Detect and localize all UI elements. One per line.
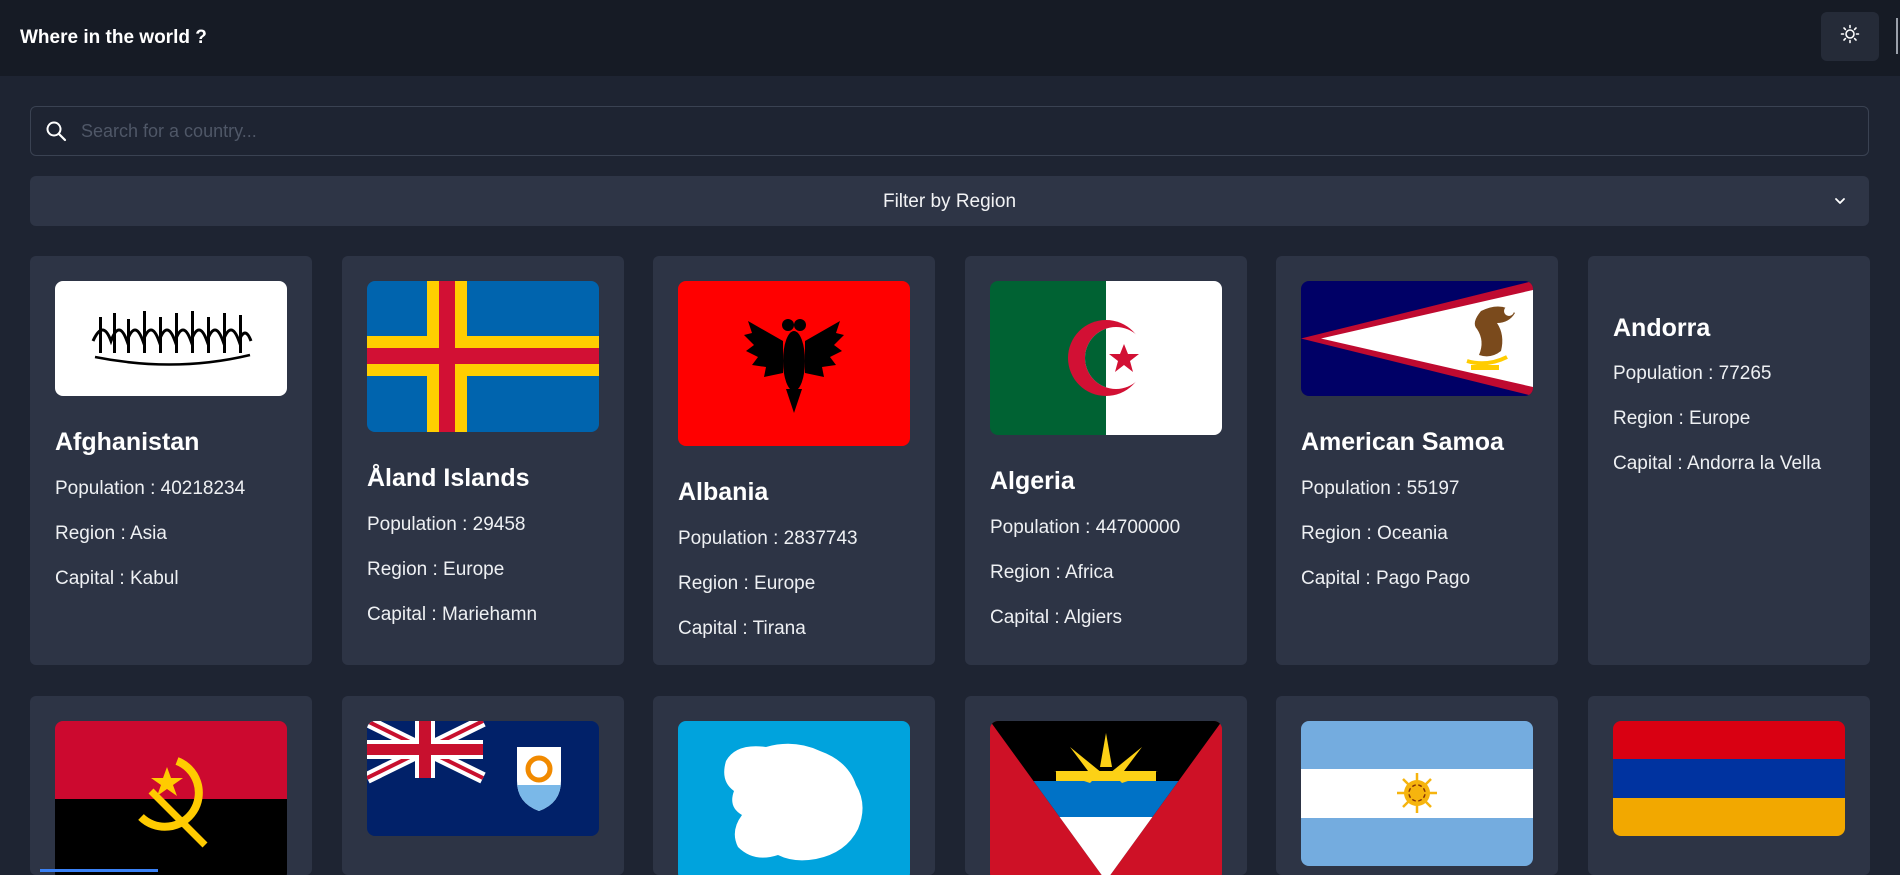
- country-capital: Capital : Tirana: [678, 618, 806, 640]
- country-card-anguilla[interactable]: [342, 696, 624, 875]
- capital-label: Capital :: [1613, 453, 1687, 474]
- search-bar[interactable]: [30, 106, 1869, 156]
- region-value: Africa: [1065, 562, 1114, 583]
- population-label: Population :: [1301, 478, 1407, 499]
- search-icon: [45, 120, 67, 147]
- sun-icon: [1840, 24, 1860, 49]
- country-card-argentina[interactable]: [1276, 696, 1558, 875]
- population-value: 55197: [1406, 478, 1460, 499]
- capital-label: Capital :: [367, 604, 442, 625]
- loading-progress-indicator: [40, 869, 158, 872]
- country-name: Albania: [678, 478, 769, 506]
- capital-label: Capital :: [990, 607, 1064, 628]
- country-card-antigua-and-barbuda[interactable]: [965, 696, 1247, 875]
- capital-value: Pago Pago: [1375, 568, 1471, 589]
- country-card-andorra[interactable]: Andorra Population : 77265 Region : Euro…: [1588, 256, 1870, 665]
- country-population: Population : 29458: [367, 514, 525, 536]
- country-population: Population : 44700000: [990, 517, 1180, 539]
- country-capital: Capital : Kabul: [55, 568, 179, 590]
- population-value: 40218234: [160, 478, 246, 499]
- country-name: Afghanistan: [55, 428, 200, 456]
- population-value: 77265: [1718, 363, 1772, 384]
- country-region: Region : Oceania: [1301, 523, 1448, 545]
- population-value: 44700000: [1095, 517, 1181, 538]
- search-input[interactable]: [81, 107, 1851, 155]
- population-label: Population :: [678, 528, 784, 549]
- country-card-afghanistan[interactable]: Afghanistan Population : 40218234 Region…: [30, 256, 312, 665]
- region-label: Region :: [990, 562, 1065, 583]
- country-card-antarctica[interactable]: [653, 696, 935, 875]
- region-filter-select[interactable]: Filter by Region: [30, 176, 1869, 226]
- country-card-american-samoa[interactable]: American Samoa Population : 55197 Region…: [1276, 256, 1558, 665]
- population-value: 2837743: [783, 528, 858, 549]
- country-region: Region : Europe: [678, 573, 815, 595]
- population-label: Population :: [367, 514, 473, 535]
- region-label: Region :: [678, 573, 755, 594]
- country-region: Region : Europe: [367, 559, 504, 581]
- country-capital: Capital : Mariehamn: [367, 604, 537, 626]
- region-label: Region :: [1613, 408, 1690, 429]
- flag-anguilla: [367, 721, 599, 836]
- capital-value: Mariehamn: [441, 604, 538, 625]
- window-edge-divider: [1896, 18, 1898, 54]
- flag-antarctica: [678, 721, 910, 875]
- region-value: Europe: [754, 573, 816, 594]
- country-region: Region : Asia: [55, 523, 167, 545]
- country-region: Region : Africa: [990, 562, 1114, 584]
- country-population: Population : 77265: [1613, 363, 1771, 385]
- flag-angola: [55, 721, 287, 875]
- flag-afghanistan: [55, 281, 287, 396]
- population-value: 29458: [472, 514, 526, 535]
- theme-toggle-button[interactable]: [1821, 12, 1879, 61]
- capital-value: Andorra la Vella: [1686, 453, 1822, 474]
- country-name: Åland Islands: [367, 464, 530, 492]
- flag-argentina: [1301, 721, 1533, 866]
- flag-albania: [678, 281, 910, 446]
- region-label: Region :: [1301, 523, 1378, 544]
- country-card-albania[interactable]: Albania Population : 2837743 Region : Eu…: [653, 256, 935, 665]
- flag-armenia: [1613, 721, 1845, 836]
- app-header: Where in the world ?: [0, 0, 1900, 76]
- population-label: Population :: [55, 478, 161, 499]
- country-capital: Capital : Algiers: [990, 607, 1122, 629]
- region-label: Region :: [55, 523, 130, 544]
- region-value: Europe: [1689, 408, 1751, 429]
- region-value: Asia: [130, 523, 167, 544]
- region-value: Europe: [443, 559, 505, 580]
- capital-label: Capital :: [678, 618, 753, 639]
- country-region: Region : Europe: [1613, 408, 1750, 430]
- country-population: Population : 2837743: [678, 528, 858, 550]
- region-value: Oceania: [1377, 523, 1448, 544]
- country-card-angola[interactable]: [30, 696, 312, 875]
- country-card-armenia[interactable]: [1588, 696, 1870, 875]
- country-name: Andorra: [1613, 314, 1711, 342]
- flag-american-samoa: [1301, 281, 1533, 396]
- flag-antigua-and-barbuda: [990, 721, 1222, 875]
- capital-value: Kabul: [129, 568, 179, 589]
- population-label: Population :: [990, 517, 1096, 538]
- capital-label: Capital :: [55, 568, 130, 589]
- capital-value: Tirana: [752, 618, 806, 639]
- region-filter-label: Filter by Region: [882, 191, 1017, 212]
- country-capital: Capital : Pago Pago: [1301, 568, 1470, 590]
- country-population: Population : 40218234: [55, 478, 245, 500]
- region-label: Region :: [367, 559, 444, 580]
- app-title: Where in the world ?: [20, 27, 207, 48]
- chevron-down-icon: [1833, 194, 1847, 213]
- country-card-algeria[interactable]: Algeria Population : 44700000 Region : A…: [965, 256, 1247, 665]
- country-name: American Samoa: [1301, 428, 1504, 456]
- country-card-aland-islands[interactable]: Åland Islands Population : 29458 Region …: [342, 256, 624, 665]
- flag-aland-islands: [367, 281, 599, 432]
- capital-value: Algiers: [1063, 607, 1123, 628]
- country-name: Algeria: [990, 467, 1075, 495]
- flag-algeria: [990, 281, 1222, 435]
- country-capital: Capital : Andorra la Vella: [1613, 453, 1821, 475]
- capital-label: Capital :: [1301, 568, 1376, 589]
- country-population: Population : 55197: [1301, 478, 1459, 500]
- population-label: Population :: [1613, 363, 1719, 384]
